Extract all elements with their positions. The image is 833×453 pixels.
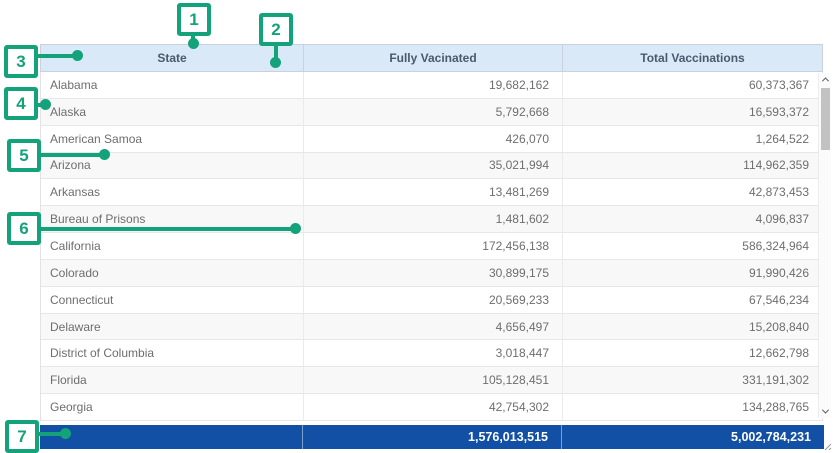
total-vaccinations-cell: 67,546,234 bbox=[562, 287, 822, 313]
callout-7-dot bbox=[60, 428, 71, 439]
total-vaccinations-cell: 91,990,426 bbox=[562, 260, 822, 286]
table-row[interactable]: American Samoa426,0701,264,522 bbox=[41, 126, 822, 153]
column-header-fully-vaccinated[interactable]: Fully Vacinated bbox=[303, 45, 562, 71]
table-row[interactable]: Connecticut20,569,23367,546,234 bbox=[41, 287, 822, 314]
table-row[interactable]: Delaware4,656,49715,208,840 bbox=[41, 314, 822, 341]
callout-4-dot bbox=[40, 99, 51, 110]
total-vaccinations-cell: 12,662,798 bbox=[562, 340, 822, 366]
callout-marker-1: 1 bbox=[177, 3, 211, 36]
fully-vaccinated-cell: 105,128,451 bbox=[303, 367, 562, 393]
table-row[interactable]: Alaska5,792,66816,593,372 bbox=[41, 99, 822, 126]
state-cell: District of Columbia bbox=[41, 340, 303, 366]
callout-2-dot bbox=[270, 57, 281, 68]
callout-5-dot bbox=[99, 149, 110, 160]
total-vaccinations-cell: 15,208,840 bbox=[562, 314, 822, 340]
total-vaccinations-cell: 114,962,359 bbox=[562, 153, 822, 179]
chevron-up-icon bbox=[822, 77, 829, 84]
state-cell: Colorado bbox=[41, 260, 303, 286]
fully-vaccinated-cell: 13,481,269 bbox=[303, 179, 562, 205]
fully-vaccinated-cell: 42,754,302 bbox=[303, 394, 562, 420]
state-cell: Delaware bbox=[41, 314, 303, 340]
column-header-total-vaccinations[interactable]: Total Vaccinations bbox=[562, 45, 822, 71]
total-state-cell bbox=[40, 425, 302, 449]
fully-vaccinated-cell: 19,682,162 bbox=[303, 72, 562, 98]
scrollbar-thumb[interactable] bbox=[821, 88, 830, 150]
vaccination-table: State Fully Vacinated Total Vaccinations… bbox=[40, 44, 823, 421]
total-vaccinations-cell: 60,373,367 bbox=[562, 72, 822, 98]
resize-grip-icon bbox=[823, 442, 832, 451]
fully-vaccinated-cell: 35,021,994 bbox=[303, 153, 562, 179]
scroll-down-button[interactable] bbox=[819, 405, 832, 418]
state-cell: Alabama bbox=[41, 72, 303, 98]
state-cell: Connecticut bbox=[41, 287, 303, 313]
total-vaccinations-cell: 4,096,837 bbox=[562, 206, 822, 232]
callout-marker-5: 5 bbox=[7, 139, 41, 172]
table-row[interactable]: Florida105,128,451331,191,302 bbox=[41, 367, 822, 394]
state-cell: American Samoa bbox=[41, 126, 303, 152]
total-vaccinations-cell: 16,593,372 bbox=[562, 99, 822, 125]
table-body: Alabama19,682,16260,373,367Alaska5,792,6… bbox=[40, 72, 823, 421]
total-vaccinations-cell: 331,191,302 bbox=[562, 367, 822, 393]
callout-1-dot bbox=[188, 38, 199, 49]
table-row[interactable]: Colorado30,899,17591,990,426 bbox=[41, 260, 822, 287]
callout-marker-4: 4 bbox=[4, 87, 38, 120]
fully-vaccinated-cell: 1,481,602 bbox=[303, 206, 562, 232]
table-total-row: 1,576,013,515 5,002,784,231 bbox=[40, 425, 824, 449]
total-vaccinations-sum-cell: 5,002,784,231 bbox=[561, 425, 824, 449]
state-cell: Georgia bbox=[41, 394, 303, 420]
total-vaccinations-cell: 42,873,453 bbox=[562, 179, 822, 205]
fully-vaccinated-cell: 30,899,175 bbox=[303, 260, 562, 286]
total-vaccinations-cell: 1,264,522 bbox=[562, 126, 822, 152]
table-row[interactable]: District of Columbia3,018,44712,662,798 bbox=[41, 340, 822, 367]
chevron-down-icon bbox=[822, 407, 829, 414]
state-cell: Arkansas bbox=[41, 179, 303, 205]
fully-vaccinated-cell: 426,070 bbox=[303, 126, 562, 152]
scroll-up-button[interactable] bbox=[819, 73, 832, 86]
vertical-scrollbar[interactable] bbox=[818, 73, 831, 418]
callout-5-line bbox=[39, 153, 105, 157]
state-cell: California bbox=[41, 233, 303, 259]
table-row[interactable]: Arkansas13,481,26942,873,453 bbox=[41, 179, 822, 206]
fully-vaccinated-cell: 172,456,138 bbox=[303, 233, 562, 259]
fully-vaccinated-cell: 20,569,233 bbox=[303, 287, 562, 313]
fully-vaccinated-cell: 3,018,447 bbox=[303, 340, 562, 366]
state-cell: Florida bbox=[41, 367, 303, 393]
table-row[interactable]: Georgia42,754,302134,288,765 bbox=[41, 394, 822, 421]
total-vaccinations-cell: 134,288,765 bbox=[562, 394, 822, 420]
fully-vaccinated-cell: 5,792,668 bbox=[303, 99, 562, 125]
callout-marker-3: 3 bbox=[4, 45, 38, 78]
total-vaccinations-cell: 586,324,964 bbox=[562, 233, 822, 259]
callout-3-dot bbox=[72, 50, 83, 61]
callout-marker-2: 2 bbox=[259, 13, 293, 46]
total-fully-vaccinated-cell: 1,576,013,515 bbox=[302, 425, 561, 449]
callout-marker-6: 6 bbox=[7, 212, 41, 245]
annotated-table-screenshot: State Fully Vacinated Total Vaccinations… bbox=[0, 0, 833, 453]
table-row[interactable]: Alabama19,682,16260,373,367 bbox=[41, 72, 822, 99]
table-row[interactable]: Arizona35,021,994114,962,359 bbox=[41, 153, 822, 180]
table-row[interactable]: California172,456,138586,324,964 bbox=[41, 233, 822, 260]
callout-marker-7: 7 bbox=[5, 420, 39, 453]
callout-6-dot bbox=[290, 223, 301, 234]
callout-6-line bbox=[39, 227, 296, 231]
fully-vaccinated-cell: 4,656,497 bbox=[303, 314, 562, 340]
table-header-row: State Fully Vacinated Total Vaccinations bbox=[40, 44, 823, 72]
state-cell: Alaska bbox=[41, 99, 303, 125]
